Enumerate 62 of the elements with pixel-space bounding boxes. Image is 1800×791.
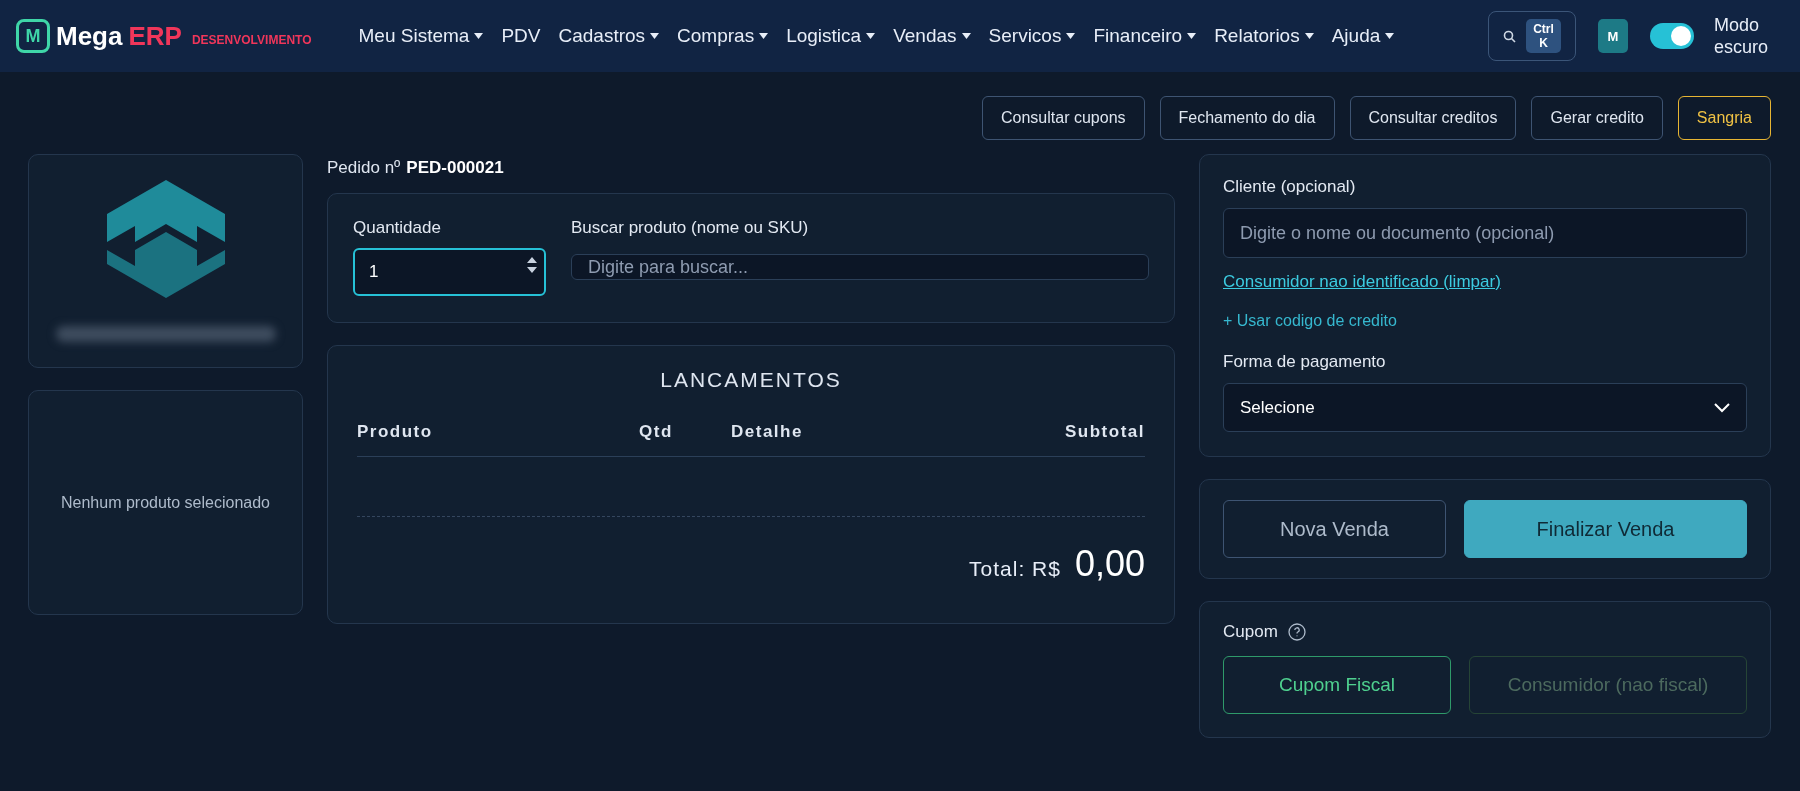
- nav-item[interactable]: Vendas: [886, 21, 978, 51]
- search-button[interactable]: Ctrl K: [1488, 11, 1576, 61]
- help-icon[interactable]: [1287, 623, 1306, 641]
- action-button[interactable]: Fechamento do dia: [1159, 96, 1335, 140]
- caret-icon: [759, 33, 769, 39]
- field-label: Cupom: [1223, 622, 1278, 642]
- clear-client-link[interactable]: Consumidor nao identificado (limpar): [1223, 272, 1501, 292]
- column-header: Qtd: [639, 422, 674, 442]
- nav-item[interactable]: Servicos: [981, 21, 1083, 51]
- nav-item[interactable]: Meu Sistema: [351, 21, 491, 51]
- product-search-field[interactable]: Digite para buscar...: [571, 254, 1149, 280]
- column-header: Detalhe: [731, 422, 804, 442]
- caret-icon: [961, 33, 971, 39]
- brand-name: Mega: [56, 20, 123, 52]
- action-button[interactable]: Sangria: [1677, 96, 1771, 140]
- nav-item[interactable]: Logistica: [779, 21, 883, 51]
- empty-message: Nenhum produto selecionado: [61, 493, 270, 512]
- caret-icon: [866, 33, 876, 39]
- logo-icon: M: [16, 19, 50, 53]
- action-button[interactable]: Consultar cupons: [982, 96, 1145, 140]
- action-button[interactable]: Consultar creditos: [1349, 96, 1517, 140]
- coupon-option[interactable]: Cupom Fiscal: [1223, 656, 1451, 714]
- column-header: Subtotal: [1064, 422, 1145, 442]
- nav-item[interactable]: Relatorios: [1207, 21, 1321, 51]
- section-title: LANCAMENTOS: [659, 368, 843, 392]
- caret-icon: [1385, 33, 1395, 39]
- nav-item[interactable]: Compras: [670, 21, 776, 51]
- credit-code-link[interactable]: + Usar codigo de credito: [1223, 312, 1397, 330]
- field-label: Cliente (opcional): [1223, 177, 1357, 197]
- chevron-down-icon: [1714, 402, 1730, 413]
- spinner-icon[interactable]: [526, 256, 538, 274]
- environment-label: DESENVOLVIMENTO: [191, 33, 312, 47]
- total-label: Total: R$: [969, 557, 1061, 581]
- action-button[interactable]: Gerar credito: [1531, 96, 1663, 140]
- caret-icon: [1187, 33, 1197, 39]
- field-label: Forma de pagamento: [1223, 352, 1387, 372]
- order-number: PED-000021: [406, 158, 504, 178]
- finish-sale-button[interactable]: Finalizar Venda: [1464, 500, 1747, 558]
- caret-icon: [474, 33, 484, 39]
- quantity-field[interactable]: 1: [353, 248, 546, 296]
- nav-item[interactable]: Financeiro: [1086, 21, 1204, 51]
- total-value: 0,00: [1074, 543, 1145, 585]
- toggle-label: Modo escuro: [1714, 14, 1770, 58]
- brand-accent: ERP: [128, 20, 182, 52]
- nav-item[interactable]: PDV: [494, 21, 548, 51]
- nav-item[interactable]: Cadastros: [551, 21, 667, 51]
- client-field[interactable]: Digite o nome ou documento (opcional): [1223, 208, 1747, 258]
- caret-icon: [1066, 33, 1076, 39]
- field-label: Buscar produto (nome ou SKU): [571, 218, 810, 238]
- shortcut-key: Ctrl K: [1526, 19, 1561, 53]
- search-icon: [1503, 29, 1517, 43]
- caret-icon: [1304, 33, 1314, 39]
- new-sale-button[interactable]: Nova Venda: [1223, 500, 1446, 558]
- company-logo-icon: [106, 180, 225, 298]
- dark-mode-toggle[interactable]: [1650, 23, 1694, 49]
- field-label: Quantidade: [353, 218, 442, 238]
- caret-icon: [650, 33, 660, 39]
- order-label: Pedido nº: [327, 158, 401, 178]
- payment-select[interactable]: Selecione: [1223, 383, 1747, 432]
- user-avatar[interactable]: M: [1598, 19, 1628, 53]
- nav-item[interactable]: Ajuda: [1324, 21, 1402, 51]
- column-header: Produto: [357, 422, 434, 442]
